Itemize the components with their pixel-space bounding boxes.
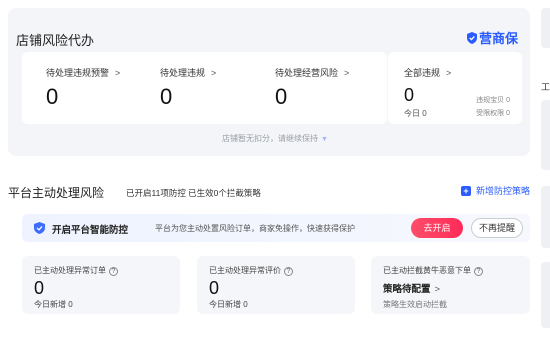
shield-icon	[466, 31, 477, 44]
brand-logo: 营商保	[466, 28, 518, 47]
abnormal-orders-value: 0	[34, 278, 45, 298]
dismiss-button[interactable]: 不再提醒	[471, 218, 523, 238]
shield-check-icon	[34, 222, 45, 234]
store-risk-title: 店铺风险代办	[16, 33, 95, 48]
pending-warning-value: 0	[46, 84, 59, 109]
abnormal-orders-label: 已主动处理异常订单?	[34, 265, 118, 276]
scalper-block-label: 已主动拦截黄牛恶意下单?	[383, 265, 483, 276]
side-panel-edge	[541, 186, 550, 248]
all-violations-value: 0	[404, 85, 415, 105]
smart-protection-desc: 平台为您主动处置风险订单，商家免操作，快速获得保护	[155, 224, 355, 233]
platform-risk-title: 平台主动处理风险	[8, 186, 105, 200]
scalper-block-card: 已主动拦截黄牛恶意下单? 策略待配置 > 策略生效启动拦截	[371, 256, 530, 314]
add-strategy-label: 新增防控策略	[475, 186, 530, 196]
chevron-right-icon: >	[434, 284, 441, 295]
side-panel-edge	[541, 8, 550, 48]
enable-button[interactable]: 去开启	[411, 218, 463, 238]
all-violations-card[interactable]: 全部违规 > 0 今日 0 违规宝贝 0 受限权限 0	[388, 52, 522, 124]
abnormal-reviews-card: 已主动处理异常评价? 0 今日新增 0	[197, 256, 355, 314]
side-panel-edge	[541, 100, 550, 170]
pending-violation-label[interactable]: 待处理违规 >	[160, 66, 216, 79]
pending-warning-label[interactable]: 待处理违规预警 >	[46, 66, 120, 79]
abnormal-reviews-value: 0	[209, 278, 220, 298]
smart-protection-title: 开启平台智能防控	[52, 225, 129, 236]
side-panel-edge	[541, 262, 550, 328]
all-violations-label[interactable]: 全部违规 >	[404, 66, 451, 79]
restricted-permissions-stat: 受限权限 0	[476, 110, 510, 117]
chevron-right-icon: >	[446, 68, 452, 78]
side-panel-heading: 工	[541, 82, 550, 92]
pending-card: 待处理违规预警 > 0 待处理违规 > 0 待处理经营风险 > 0	[22, 52, 387, 124]
abnormal-orders-today: 今日新增 0	[34, 300, 73, 309]
add-strategy-button[interactable]: + 新增防控策略	[460, 184, 530, 197]
chevron-right-icon: >	[344, 68, 350, 78]
chevron-right-icon: >	[211, 68, 217, 78]
caret-down-icon: ▼	[321, 136, 328, 143]
plus-icon: +	[460, 185, 471, 196]
chevron-right-icon: >	[115, 68, 121, 78]
no-penalty-notice[interactable]: 店铺暂无扣分，请继续保持 ▼	[0, 133, 550, 144]
help-icon[interactable]: ?	[109, 267, 118, 276]
pending-violation-value: 0	[160, 84, 173, 109]
smart-protection-banner: 开启平台智能防控 平台为您主动处置风险订单，商家免操作，快速获得保护 去开启 不…	[22, 214, 530, 242]
help-icon[interactable]: ?	[474, 267, 483, 276]
pending-business-risk-label[interactable]: 待处理经营风险 >	[275, 66, 349, 79]
abnormal-reviews-label: 已主动处理异常评价?	[209, 265, 293, 276]
strategy-config-link[interactable]: 策略待配置 >	[383, 281, 440, 295]
pending-business-risk-value: 0	[275, 84, 288, 109]
abnormal-reviews-today: 今日新增 0	[209, 300, 248, 309]
platform-risk-subtitle: 已开启11项防控 已生效0个拦截策略	[126, 188, 261, 198]
violated-items-stat: 违规宝贝 0	[476, 97, 510, 104]
brand-name: 营商保	[478, 31, 518, 46]
abnormal-orders-card: 已主动处理异常订单? 0 今日新增 0	[22, 256, 180, 314]
help-icon[interactable]: ?	[284, 267, 293, 276]
all-violations-today: 今日 0	[404, 109, 427, 118]
scalper-block-foot: 策略生效启动拦截	[383, 300, 447, 309]
